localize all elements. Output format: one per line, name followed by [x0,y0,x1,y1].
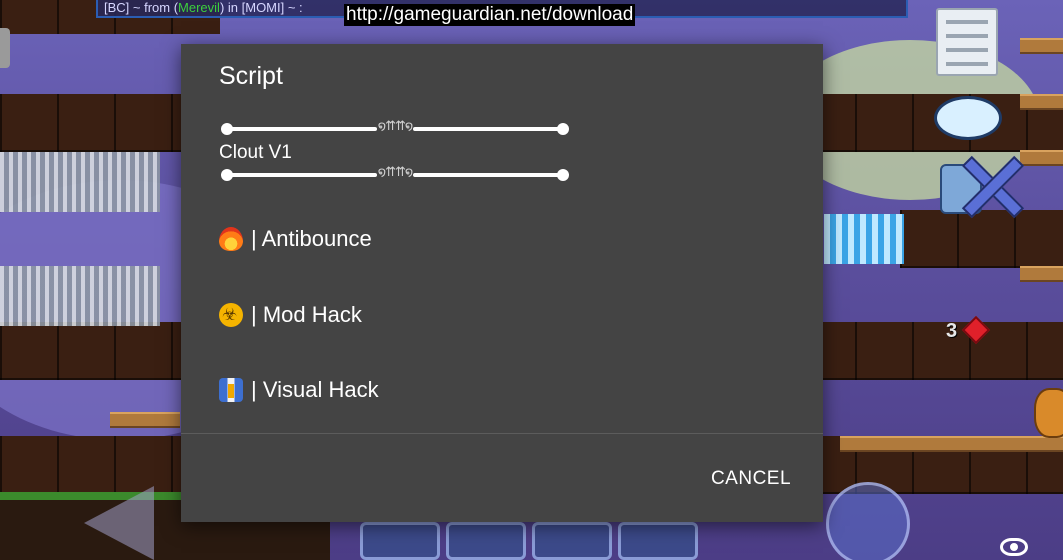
divider-line [413,173,563,177]
menu-item-label: | Antibounce [251,226,372,251]
punch-button[interactable] [826,482,910,560]
divider-ornament: ໑⇈⇈໑ [377,118,413,133]
gem-count: 3 [946,320,958,342]
suit-icon [219,378,243,402]
brick-row [900,210,1063,268]
wooden-shelf [1020,150,1063,166]
menu-item-mod-hack[interactable]: | Mod Hack [219,295,779,335]
ornament-divider: ໑⇈⇈໑ [221,164,569,181]
cancel-button[interactable]: CANCEL [701,464,801,494]
menu-item-visual-hack[interactable]: | Visual Hack [219,370,779,410]
wooden-shelf [1020,38,1063,54]
chat-player-name: Merevil [178,0,220,15]
move-left-arrow-icon[interactable] [84,486,154,560]
dialog-separator [181,433,823,434]
dialog-title: Script [219,62,283,90]
script-name: Clout V1 [219,142,292,163]
divider-dot [557,169,569,181]
biohazard-icon [219,303,243,327]
divider-line [413,127,563,131]
wooden-shelf [1020,94,1063,110]
spike-block [0,266,160,326]
side-handle[interactable] [0,28,10,68]
wooden-shelf [840,436,1063,452]
inventory-slot[interactable] [618,522,698,560]
divider-ornament: ໑⇈⇈໑ [377,164,413,179]
chat-text: ) in [MOMI] ~ : [219,0,303,15]
divider-dot [557,123,569,135]
notes-icon[interactable] [936,8,998,76]
menu-item-antibounce[interactable]: | Antibounce [219,219,779,259]
chat-text: [BC] ~ from ( [104,0,179,15]
inventory-slot[interactable] [360,522,440,560]
fire-icon [219,227,243,251]
wooden-shelf [110,412,180,428]
download-url-label: http://gameguardian.net/download [344,4,636,26]
ornament-divider: ໑⇈⇈໑ [221,118,569,135]
divider-line [227,127,377,131]
spike-block [0,152,160,212]
inventory-slot[interactable] [446,522,526,560]
ice-block [824,214,904,264]
pumpkin-icon [1034,388,1063,438]
menu-item-label: | Visual Hack [251,377,379,402]
inventory-slot[interactable] [532,522,612,560]
menu-item-label: | Mod Hack [251,302,362,327]
wooden-shelf [1020,266,1063,282]
divider-line [227,173,377,177]
eye-icon[interactable] [1000,538,1028,556]
chat-bubble-icon[interactable] [934,96,1002,140]
script-dialog: Script ໑⇈⇈໑ Clout V1 ໑⇈⇈໑ | Antibounce |… [181,44,823,522]
